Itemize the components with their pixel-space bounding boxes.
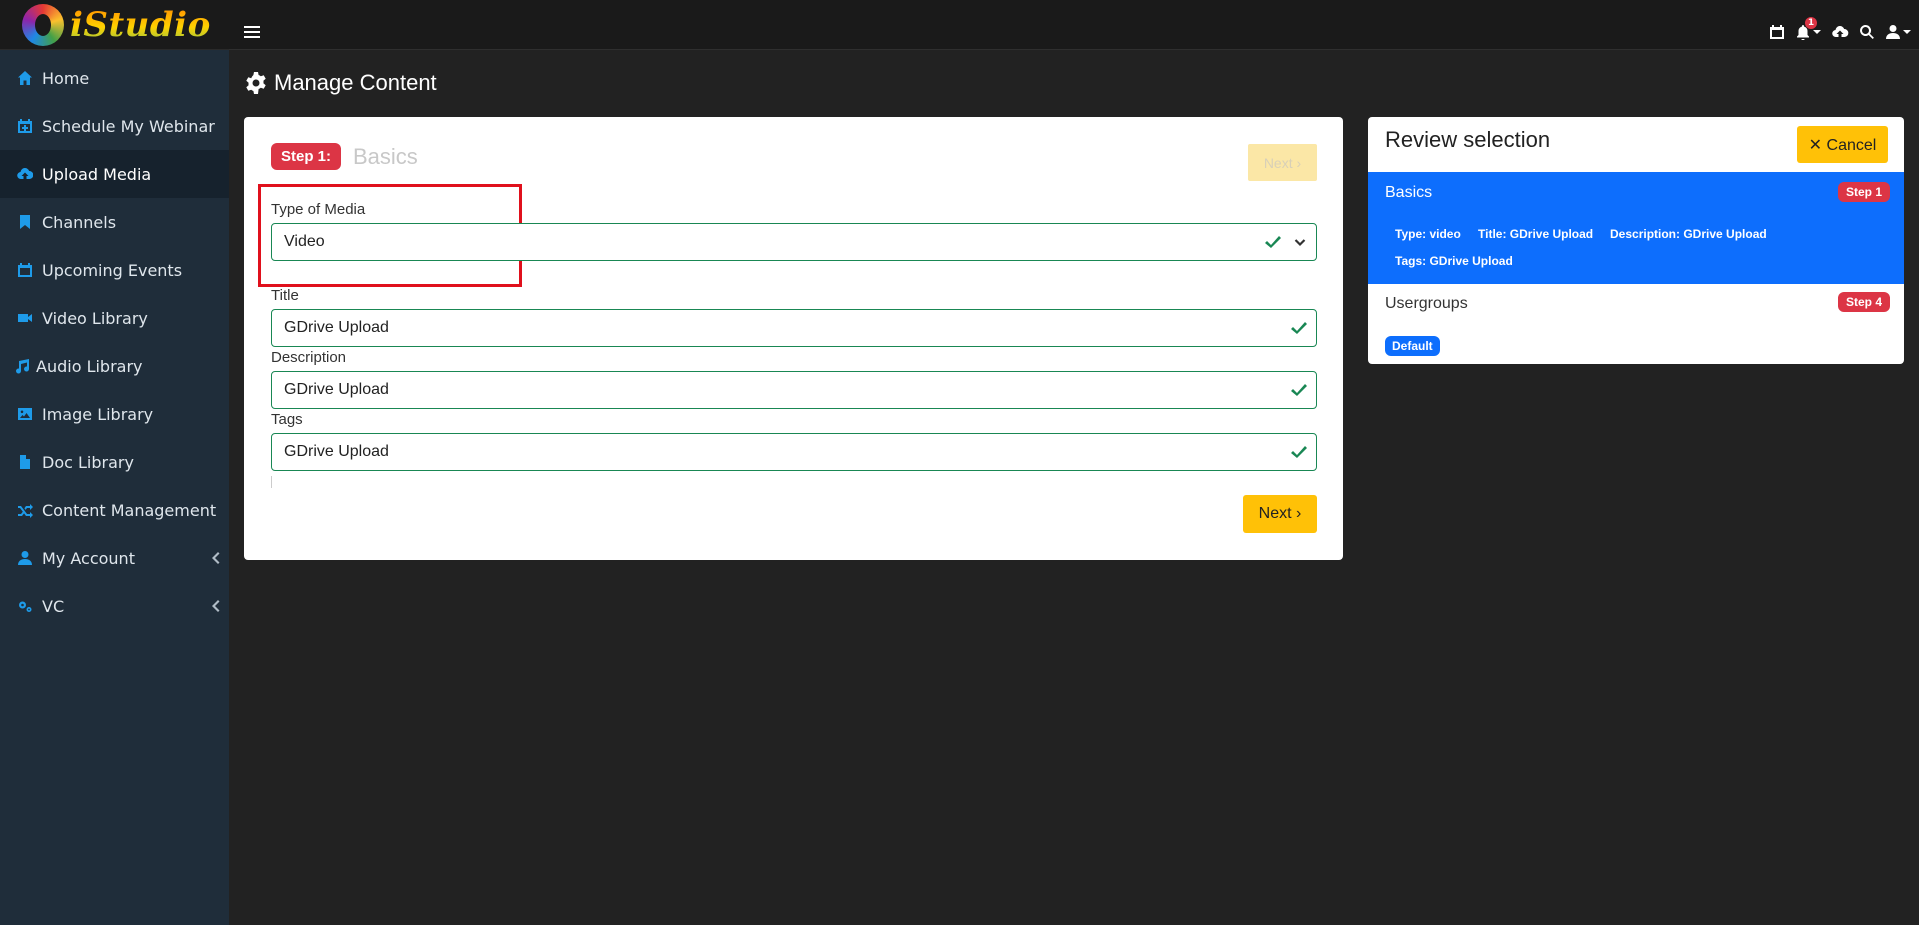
user-icon [1886, 25, 1900, 39]
home-icon [16, 69, 34, 87]
review-basics-item[interactable]: Basics Step 1 Type: video Title: GDrive … [1368, 172, 1904, 284]
user-menu[interactable] [1885, 24, 1911, 40]
media-type-select[interactable]: Video [271, 223, 1317, 261]
bell-icon[interactable]: 1 [1795, 17, 1821, 40]
next-button[interactable]: Next › [1243, 495, 1317, 533]
image-icon [16, 405, 34, 423]
sidebar-item-content-management[interactable]: Content Management [0, 486, 229, 534]
cancel-button[interactable]: ✕ Cancel [1797, 126, 1888, 163]
sidebar-item-my-account[interactable]: My Account [0, 534, 229, 582]
calendar-icon [16, 261, 34, 279]
sidebar-item-channels[interactable]: Channels [0, 198, 229, 246]
calendar-icon[interactable] [1769, 24, 1785, 40]
review-basics-label: Basics [1385, 184, 1433, 201]
review-title: Review selection [1385, 127, 1551, 152]
media-type-label: Type of Media [271, 201, 366, 218]
brand-logo-icon [22, 3, 64, 46]
gears-icon [16, 597, 34, 615]
step-title: Basics [353, 144, 418, 169]
shuffle-icon [16, 501, 34, 519]
summary-tag: Description: GDrive Upload [1610, 227, 1767, 241]
calendar-plus-icon [16, 117, 34, 135]
sidebar-item-label: My Account [42, 548, 135, 568]
sidebar-item-label: Content Management [42, 500, 217, 520]
divider [271, 476, 272, 488]
sidebar: iStudio Home Schedule My Webinar Upload … [0, 0, 229, 925]
topbar-actions: 1 [1769, 17, 1911, 40]
sidebar-item-image-library[interactable]: Image Library [0, 390, 229, 438]
description-value: GDrive Upload [284, 381, 389, 398]
media-type-value: Video [284, 233, 325, 250]
chevron-left-icon[interactable] [209, 550, 223, 564]
menu-icon[interactable] [244, 26, 260, 40]
brand[interactable]: iStudio [0, 0, 229, 50]
music-note-icon [14, 357, 32, 375]
caret-down-icon [1903, 30, 1911, 34]
close-icon: ✕ [1808, 136, 1823, 154]
chevron-down-icon [1294, 235, 1306, 247]
cloud-upload-icon[interactable] [1831, 24, 1849, 40]
summary-tag: Title: GDrive Upload [1478, 227, 1594, 241]
next-button-label: Next [1258, 505, 1292, 522]
description-input[interactable]: GDrive Upload [271, 371, 1317, 409]
sidebar-item-upload-media[interactable]: Upload Media [0, 150, 229, 198]
title-input[interactable]: GDrive Upload [271, 309, 1317, 347]
step-badge: Step 1: [271, 143, 342, 170]
sidebar-item-label: Schedule My Webinar [42, 116, 215, 136]
review-selection-panel: Review selection ✕ Cancel Basics Step 1 … [1368, 117, 1904, 364]
sidebar-item-label: Audio Library [36, 356, 143, 376]
step-badge: Step 4 [1837, 292, 1890, 312]
user-icon [16, 549, 34, 567]
title-label: Title [271, 287, 299, 304]
brand-name: iStudio [70, 4, 211, 45]
sidebar-item-schedule-webinar[interactable]: Schedule My Webinar [0, 102, 229, 150]
cloud-upload-icon [16, 165, 34, 183]
summary-tag: Type: video [1395, 227, 1461, 241]
sidebar-item-vc[interactable]: VC [0, 582, 229, 630]
tags-label: Tags [271, 411, 303, 428]
sidebar-item-label: Upcoming Events [42, 260, 183, 280]
sidebar-item-home[interactable]: Home [0, 54, 229, 102]
sidebar-item-label: Image Library [42, 404, 154, 424]
bookmark-icon [16, 213, 34, 231]
notification-count-badge: 1 [1805, 17, 1817, 29]
summary-tag: Tags: GDrive Upload [1395, 254, 1513, 268]
cancel-button-label: Cancel [1826, 136, 1877, 154]
sidebar-item-label: VC [42, 596, 65, 616]
sidebar-item-label: Doc Library [42, 452, 134, 472]
sidebar-item-video-library[interactable]: Video Library [0, 294, 229, 342]
step-badge: Step 1 [1837, 182, 1890, 202]
check-icon [1264, 234, 1282, 252]
page-title: Manage Content [244, 70, 437, 96]
next-button-label: Next [1263, 154, 1293, 171]
caret-down-icon [1813, 30, 1821, 34]
content-wizard-card: Step 1: Basics Next › Type of Media Vide… [244, 117, 1343, 560]
sidebar-item-label: Home [42, 68, 90, 88]
check-icon [1290, 320, 1308, 338]
document-icon [16, 453, 34, 471]
usergroup-badge: Default [1385, 336, 1440, 356]
gear-icon [246, 72, 266, 94]
check-icon [1290, 382, 1308, 400]
top-navbar: 1 [229, 0, 1919, 50]
search-icon[interactable] [1859, 24, 1875, 40]
page-title-text: Manage Content [274, 70, 437, 95]
review-usergroups-label: Usergroups [1385, 295, 1468, 312]
sidebar-item-label: Video Library [42, 308, 148, 328]
sidebar-item-audio-library[interactable]: Audio Library [0, 342, 229, 390]
next-button-top-disabled[interactable]: Next › [1248, 144, 1317, 181]
chevron-left-icon[interactable] [209, 598, 223, 612]
sidebar-nav: Home Schedule My Webinar Upload Media Ch… [0, 50, 229, 630]
title-value: GDrive Upload [284, 319, 389, 336]
sidebar-item-label: Upload Media [42, 164, 152, 184]
sidebar-item-doc-library[interactable]: Doc Library [0, 438, 229, 486]
video-camera-icon [16, 309, 34, 327]
sidebar-item-label: Channels [42, 212, 117, 232]
sidebar-item-upcoming-events[interactable]: Upcoming Events [0, 246, 229, 294]
tags-value: GDrive Upload [284, 443, 389, 460]
description-label: Description [271, 349, 347, 366]
check-icon [1290, 444, 1308, 462]
tags-input[interactable]: GDrive Upload [271, 433, 1317, 471]
